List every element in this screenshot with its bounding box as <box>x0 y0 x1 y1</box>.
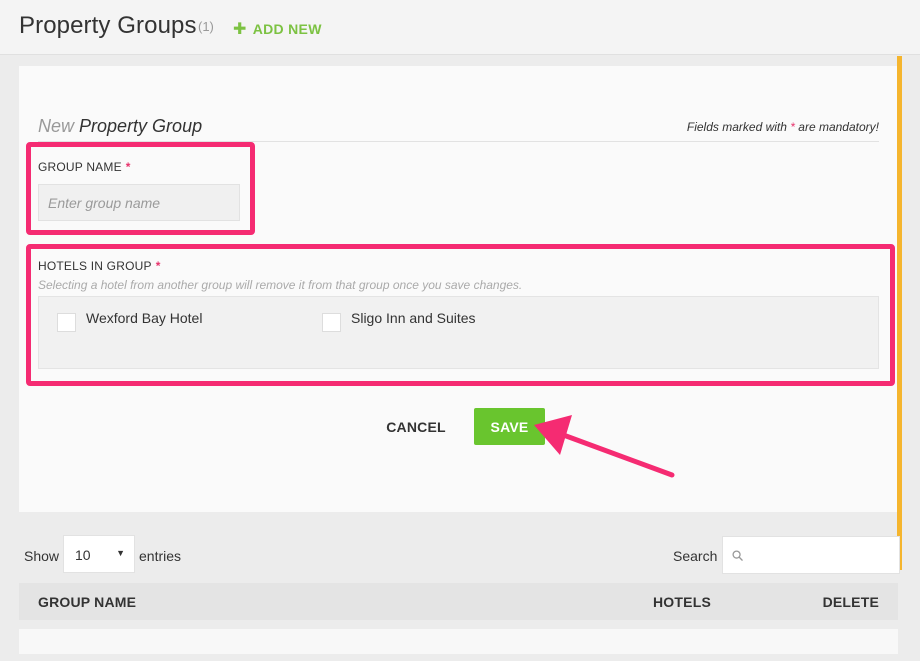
hotel-label: Sligo Inn and Suites <box>351 310 476 326</box>
hotel-option[interactable]: Wexford Bay Hotel <box>57 310 203 332</box>
show-label: Show <box>24 548 60 564</box>
column-header-group-name[interactable]: GROUP NAME <box>38 594 136 610</box>
column-header-hotels[interactable]: HOTELS <box>653 594 711 610</box>
mandatory-star: * <box>790 120 795 134</box>
form-heading-prefix: New <box>38 116 75 136</box>
hotel-checkbox[interactable] <box>57 313 76 332</box>
side-accent-bar <box>897 56 902 570</box>
group-name-label: GROUP NAME * <box>38 160 131 174</box>
add-new-label: ADD NEW <box>252 21 322 37</box>
hotels-label-text: HOTELS IN GROUP <box>38 259 152 273</box>
group-count: (1) <box>198 19 214 34</box>
hotels-help-text: Selecting a hotel from another group wil… <box>38 278 523 292</box>
hotel-label: Wexford Bay Hotel <box>86 310 203 326</box>
form-heading-main: Property Group <box>79 116 203 136</box>
table-row <box>19 629 898 654</box>
search-icon <box>732 550 743 561</box>
hotels-list <box>38 296 879 369</box>
entries-label: entries <box>139 548 182 564</box>
mandatory-note-text-end: are mandatory! <box>798 120 879 134</box>
hotels-label: HOTELS IN GROUP * <box>38 259 161 273</box>
group-name-input[interactable] <box>38 184 240 221</box>
search-label: Search <box>673 548 718 564</box>
search-box[interactable] <box>722 536 900 574</box>
cancel-button[interactable]: CANCEL <box>380 408 452 445</box>
save-button[interactable]: SAVE <box>474 408 545 445</box>
hotels-required-star: * <box>155 259 161 273</box>
mandatory-note-text: Fields marked with <box>686 120 787 134</box>
caret-down-icon: ▼ <box>116 548 125 558</box>
group-name-label-text: GROUP NAME <box>38 160 122 174</box>
group-name-required-star: * <box>125 160 131 174</box>
entries-value: 10 <box>75 547 91 563</box>
column-header-delete: DELETE <box>822 594 879 610</box>
add-new-button[interactable]: ✚ ADD NEW <box>233 19 322 39</box>
hotel-checkbox[interactable] <box>322 313 341 332</box>
mandatory-note: Fields marked with * are mandatory! <box>687 120 879 134</box>
table-header: GROUP NAME HOTELS DELETE <box>19 583 898 620</box>
entries-select[interactable]: 10 ▼ <box>63 535 135 573</box>
plus-icon: ✚ <box>233 21 247 38</box>
hotel-option[interactable]: Sligo Inn and Suites <box>322 310 476 332</box>
form-divider <box>38 141 879 142</box>
search-input[interactable] <box>751 538 896 572</box>
page-title: Property Groups <box>19 12 197 39</box>
form-heading: New Property Group <box>38 116 202 137</box>
